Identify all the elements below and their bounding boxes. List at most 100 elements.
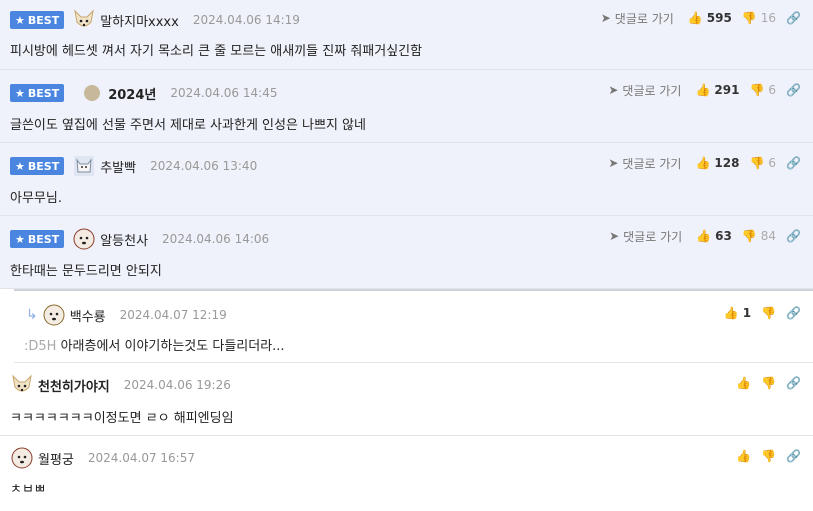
thumbs-down-icon: 👎 xyxy=(749,83,765,97)
like-button[interactable]: 👍 xyxy=(736,376,751,390)
comment-text: 한타때는 문두드리면 안되지 xyxy=(10,264,162,279)
best-badge: ★ BEST xyxy=(10,230,65,248)
like-button[interactable]: 👍 291 xyxy=(695,83,739,97)
link-icon[interactable]: 🔗 xyxy=(786,376,801,390)
comment-header: ★ BEST 알등천사 2024.04.06 14:06 xyxy=(10,227,269,251)
best-comment: ★ BEST 알등천사 2024.04.06 14:06 ➤ 댓글로 가기 👍 63 … xyxy=(0,216,813,289)
comment-header: ★ BEST 2024년 2024.04.06 14:45 xyxy=(10,81,277,105)
comment-text: 글쓴이도 옆집에 선물 주면서 제대로 사과한게 인성은 나쁘지 않네 xyxy=(10,118,366,133)
comment-text: 아무무님. xyxy=(10,191,62,206)
reply-prefix: :D5H xyxy=(24,339,57,354)
link-icon[interactable]: 🔗 xyxy=(786,11,801,25)
dislike-button[interactable]: 👎 xyxy=(761,449,776,463)
comment-nickname[interactable]: 추발빡 xyxy=(100,157,136,176)
comment-actions: 👍 1 👎 🔗 xyxy=(724,303,801,323)
thumbs-up-icon: 👍 xyxy=(736,376,752,390)
dislike-button[interactable]: 👎 xyxy=(761,376,776,390)
comment-header: 월평궁 2024.04.07 16:57 xyxy=(10,446,195,470)
best-comment: ★ BEST 추발빡 2024.04.06 13:40 ➤ 댓글로 가기 👍 128 … xyxy=(0,143,813,216)
comment: 월평궁 2024.04.07 16:57 👍 👎 🔗 ㅊㅂㅃ xyxy=(0,436,813,509)
send-icon: ➤ xyxy=(608,83,619,97)
dislike-button[interactable]: 👎 84 xyxy=(742,229,776,243)
star-icon: ★ xyxy=(15,86,25,100)
send-icon: ➤ xyxy=(609,229,620,243)
like-button[interactable]: 👍 595 xyxy=(688,11,732,25)
like-button[interactable]: 👍 128 xyxy=(695,156,739,170)
go-to-reply-link[interactable]: ➤ 댓글로 가기 xyxy=(608,155,681,172)
thumbs-up-icon: 👍 xyxy=(695,156,711,170)
comment-date: 2024.04.07 12:19 xyxy=(119,308,227,322)
comment-actions: 👍 👎 🔗 xyxy=(736,446,801,466)
comment-actions: ➤ 댓글로 가기 👍 291 👎 6 🔗 xyxy=(608,80,801,100)
puppy-avatar-icon[interactable] xyxy=(72,227,96,251)
comment-actions: ➤ 댓글로 가기 👍 63 👎 84 🔗 xyxy=(609,226,801,246)
dislike-button[interactable]: 👎 6 xyxy=(749,83,776,97)
reply-comment: ↳ 백수룡 2024.04.07 12:19 👍 1 👎 🔗 :D5H 아래층에서… xyxy=(14,289,813,363)
thumbs-down-icon: 👎 xyxy=(761,449,777,463)
dislike-button[interactable]: 👎 6 xyxy=(749,156,776,170)
comment-nickname[interactable]: 말하지마xxxx xyxy=(100,11,179,30)
like-button[interactable]: 👍 xyxy=(736,449,751,463)
link-icon[interactable]: 🔗 xyxy=(786,83,801,97)
go-to-reply-link[interactable]: ➤ 댓글로 가기 xyxy=(601,10,674,27)
dislike-button[interactable]: 👎 16 xyxy=(742,11,776,25)
thumbs-up-icon: 👍 xyxy=(695,83,711,97)
reply-arrow-icon: ↳ xyxy=(26,307,38,323)
comment-date: 2024.04.06 14:06 xyxy=(162,232,270,246)
comment-nickname[interactable]: 백수룡 xyxy=(70,306,106,325)
thumbs-down-icon: 👎 xyxy=(761,376,777,390)
best-comment: ★ BEST 말하지마xxxx 2024.04.06 14:19 ➤ 댓글로 가기 … xyxy=(0,0,813,70)
comment-date: 2024.04.07 16:57 xyxy=(87,451,195,465)
dot-avatar-icon[interactable] xyxy=(80,81,104,105)
send-icon: ➤ xyxy=(600,11,611,25)
like-button[interactable]: 👍 63 xyxy=(696,229,732,243)
send-icon: ➤ xyxy=(608,156,619,170)
comment-text: 피시방에 헤드셋 껴서 자기 목소리 큰 줄 모르는 애새끼들 진짜 줘패거싶긴… xyxy=(10,44,423,59)
puppy-avatar-icon[interactable] xyxy=(10,446,34,470)
go-to-reply-link[interactable]: ➤ 댓글로 가기 xyxy=(608,82,681,99)
comment-text: :D5H 아래층에서 이야기하는것도 다들리더라... xyxy=(24,339,285,354)
dog-avatar-icon[interactable] xyxy=(72,8,96,32)
cat-avatar-icon[interactable] xyxy=(72,154,96,178)
comment-text: ㅊㅂㅃ xyxy=(10,482,46,497)
comment-header: ★ BEST 추발빡 2024.04.06 13:40 xyxy=(10,154,257,178)
link-icon[interactable]: 🔗 xyxy=(786,156,801,170)
comment-date: 2024.04.06 14:45 xyxy=(170,86,278,100)
comment-nickname[interactable]: 2024년 xyxy=(108,84,156,103)
comment-header: ★ BEST 말하지마xxxx 2024.04.06 14:19 xyxy=(10,8,300,32)
comment-actions: ➤ 댓글로 가기 👍 128 👎 6 🔗 xyxy=(608,153,801,173)
comment-text: ㅋㅋㅋㅋㅋㅋㅋ이정도면 ㄹㅇ 해피엔딩임 xyxy=(10,411,234,426)
comment-actions: ➤ 댓글로 가기 👍 595 👎 16 🔗 xyxy=(601,8,801,28)
star-icon: ★ xyxy=(15,159,25,173)
star-icon: ★ xyxy=(15,232,25,246)
best-comment: ★ BEST 2024년 2024.04.06 14:45 ➤ 댓글로 가기 👍 29… xyxy=(0,70,813,143)
comment-header: 천천히가야지 2024.04.06 19:26 xyxy=(10,373,231,397)
dog-avatar-icon[interactable] xyxy=(10,373,34,397)
best-badge: ★ BEST xyxy=(10,157,65,175)
thumbs-up-icon: 👍 xyxy=(687,11,703,25)
comment-nickname[interactable]: 천천히가야지 xyxy=(38,376,110,395)
comment-nickname[interactable]: 월평궁 xyxy=(38,449,74,468)
go-to-reply-link[interactable]: ➤ 댓글로 가기 xyxy=(609,228,682,245)
comment-list: ★ BEST 말하지마xxxx 2024.04.06 14:19 ➤ 댓글로 가기 … xyxy=(0,0,813,509)
best-badge: ★ BEST xyxy=(10,84,65,102)
comment-nickname[interactable]: 알등천사 xyxy=(100,230,148,249)
thumbs-down-icon: 👎 xyxy=(741,229,757,243)
comment-date: 2024.04.06 13:40 xyxy=(150,159,258,173)
thumbs-up-icon: 👍 xyxy=(736,449,752,463)
thumbs-down-icon: 👎 xyxy=(749,156,765,170)
thumbs-down-icon: 👎 xyxy=(741,11,757,25)
like-button[interactable]: 👍 1 xyxy=(724,306,751,320)
best-badge: ★ BEST xyxy=(10,11,65,29)
comment-date: 2024.04.06 19:26 xyxy=(123,378,231,392)
link-icon[interactable]: 🔗 xyxy=(786,306,801,320)
thumbs-up-icon: 👍 xyxy=(696,229,712,243)
puppy-avatar-icon[interactable] xyxy=(42,303,66,327)
link-icon[interactable]: 🔗 xyxy=(786,449,801,463)
comment: 천천히가야지 2024.04.06 19:26 👍 👎 🔗 ㅋㅋㅋㅋㅋㅋㅋ이정도… xyxy=(0,363,813,436)
link-icon[interactable]: 🔗 xyxy=(786,229,801,243)
thumbs-up-icon: 👍 xyxy=(723,306,739,320)
dislike-button[interactable]: 👎 xyxy=(761,306,776,320)
comment-header: ↳ 백수룡 2024.04.07 12:19 xyxy=(26,303,227,327)
star-icon: ★ xyxy=(15,13,25,27)
